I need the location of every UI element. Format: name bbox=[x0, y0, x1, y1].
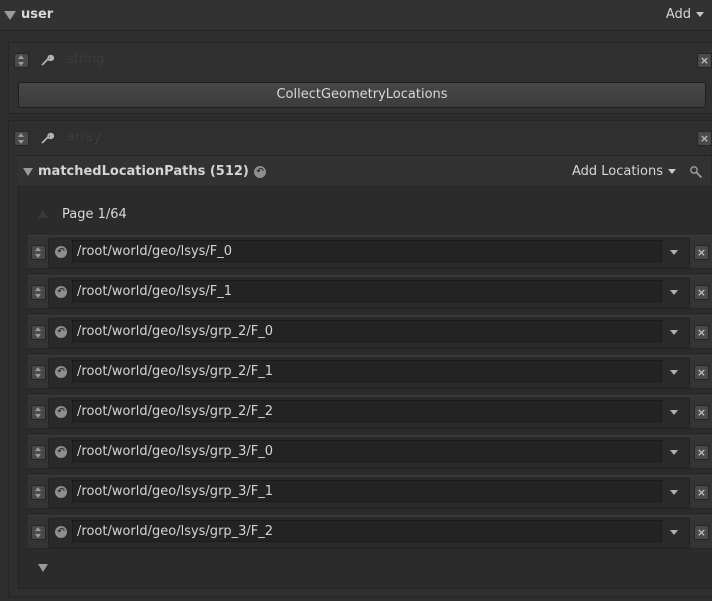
location-row: ↶ /root/world/geo/lsys/F_1 × bbox=[28, 275, 712, 309]
parameters-panel: user Add string × CollectGeometryLocatio… bbox=[0, 0, 712, 601]
drag-handle-icon[interactable] bbox=[31, 525, 46, 540]
close-icon[interactable]: × bbox=[694, 285, 709, 300]
close-icon[interactable]: × bbox=[694, 325, 709, 340]
chevron-down-icon bbox=[668, 169, 676, 174]
drag-handle-icon[interactable] bbox=[14, 53, 29, 68]
chevron-down-icon[interactable] bbox=[670, 410, 678, 415]
chevron-down-icon[interactable] bbox=[670, 330, 678, 335]
wrench-icon[interactable] bbox=[39, 130, 55, 146]
revert-icon[interactable]: ↶ bbox=[55, 246, 67, 258]
collapse-icon[interactable] bbox=[4, 11, 16, 20]
add-menu-button[interactable]: Add bbox=[666, 7, 704, 22]
pick-icon[interactable] bbox=[689, 165, 703, 179]
user-section-header: user Add bbox=[0, 0, 712, 31]
array-param-label: array bbox=[67, 130, 102, 145]
close-icon[interactable]: × bbox=[697, 131, 712, 146]
close-icon[interactable]: × bbox=[694, 245, 709, 260]
location-row: ↶ /root/world/geo/lsys/grp_3/F_2 × bbox=[28, 515, 712, 549]
collapse-icon[interactable] bbox=[23, 168, 33, 176]
revert-icon[interactable]: ↶ bbox=[55, 366, 67, 378]
add-menu-label: Add bbox=[665, 7, 691, 22]
close-icon[interactable]: × bbox=[694, 485, 709, 500]
wrench-icon[interactable] bbox=[39, 52, 55, 68]
location-row: ↶ /root/world/geo/lsys/grp_2/F_0 × bbox=[28, 315, 712, 349]
drag-handle-icon[interactable] bbox=[31, 245, 46, 260]
location-row: ↶ /root/world/geo/lsys/grp_3/F_1 × bbox=[28, 475, 712, 509]
location-row: ↶ /root/world/geo/lsys/grp_2/F_2 × bbox=[28, 395, 712, 429]
add-locations-button[interactable]: Add Locations bbox=[572, 164, 676, 179]
revert-icon[interactable]: ↶ bbox=[55, 486, 67, 498]
close-icon[interactable]: × bbox=[694, 525, 709, 540]
chevron-down-icon[interactable] bbox=[670, 490, 678, 495]
chevron-down-icon[interactable] bbox=[670, 450, 678, 455]
drag-handle-icon[interactable] bbox=[31, 285, 46, 300]
drag-handle-icon[interactable] bbox=[31, 405, 46, 420]
revert-icon[interactable]: ↶ bbox=[254, 166, 266, 178]
revert-icon[interactable]: ↶ bbox=[55, 286, 67, 298]
revert-icon[interactable]: ↶ bbox=[55, 446, 67, 458]
chevron-down-icon bbox=[696, 12, 704, 17]
chevron-down-icon[interactable] bbox=[670, 250, 678, 255]
drag-handle-icon[interactable] bbox=[31, 325, 46, 340]
add-locations-label: Add Locations bbox=[571, 164, 663, 179]
string-param-label: string bbox=[67, 52, 105, 67]
drag-handle-icon[interactable] bbox=[31, 365, 46, 380]
close-icon[interactable]: × bbox=[694, 445, 709, 460]
location-path-field[interactable]: /root/world/geo/lsys/grp_2/F_1 bbox=[72, 360, 662, 382]
page-up-icon[interactable] bbox=[38, 210, 48, 218]
revert-icon[interactable]: ↶ bbox=[55, 526, 67, 538]
location-path-field[interactable]: /root/world/geo/lsys/grp_3/F_0 bbox=[72, 440, 662, 462]
location-path-field[interactable]: /root/world/geo/lsys/grp_3/F_1 bbox=[72, 480, 662, 502]
chevron-down-icon[interactable] bbox=[670, 290, 678, 295]
revert-icon[interactable]: ↶ bbox=[55, 326, 67, 338]
page-down-icon[interactable] bbox=[38, 564, 48, 572]
chevron-down-icon[interactable] bbox=[670, 530, 678, 535]
close-icon[interactable]: × bbox=[697, 53, 712, 68]
location-path-field[interactable]: /root/world/geo/lsys/grp_3/F_2 bbox=[72, 520, 662, 542]
location-path-field[interactable]: /root/world/geo/lsys/grp_2/F_2 bbox=[72, 400, 662, 422]
drag-handle-icon[interactable] bbox=[31, 485, 46, 500]
revert-icon[interactable]: ↶ bbox=[55, 406, 67, 418]
chevron-down-icon[interactable] bbox=[670, 370, 678, 375]
location-row: ↶ /root/world/geo/lsys/F_0 × bbox=[28, 235, 712, 269]
location-path-field[interactable]: /root/world/geo/lsys/F_0 bbox=[72, 240, 662, 262]
user-section-title: user bbox=[21, 7, 54, 22]
close-icon[interactable]: × bbox=[694, 365, 709, 380]
location-row: ↶ /root/world/geo/lsys/grp_2/F_1 × bbox=[28, 355, 712, 389]
drag-handle-icon[interactable] bbox=[14, 131, 29, 146]
location-path-field[interactable]: /root/world/geo/lsys/grp_2/F_0 bbox=[72, 320, 662, 342]
close-icon[interactable]: × bbox=[694, 405, 709, 420]
location-path-field[interactable]: /root/world/geo/lsys/F_1 bbox=[72, 280, 662, 302]
collect-geometry-locations-button[interactable]: CollectGeometryLocations bbox=[18, 82, 706, 108]
drag-handle-icon[interactable] bbox=[31, 445, 46, 460]
page-indicator: Page 1/64 bbox=[62, 207, 127, 222]
location-row: ↶ /root/world/geo/lsys/grp_3/F_0 × bbox=[28, 435, 712, 469]
matched-location-title: matchedLocationPaths (512) bbox=[38, 164, 249, 179]
